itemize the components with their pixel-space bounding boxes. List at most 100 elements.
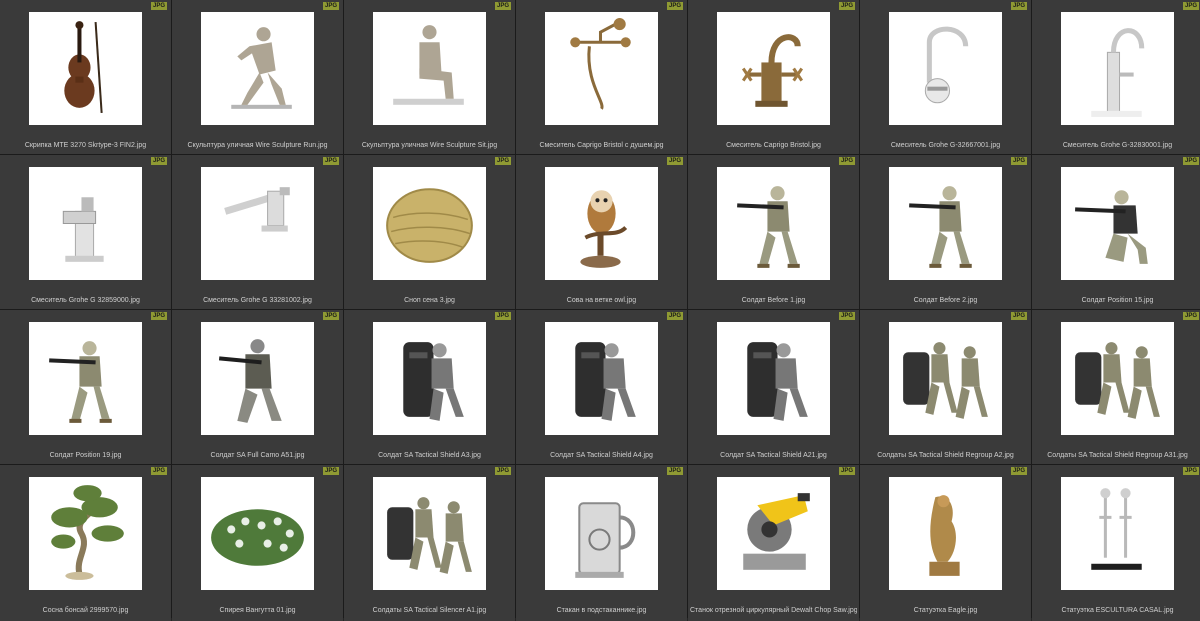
thumbnail-tile[interactable]: JPG Спирея Вангутта 01.jpg (172, 465, 343, 621)
thumbnail-image[interactable] (1061, 322, 1174, 435)
thumbnail-image[interactable] (1061, 12, 1174, 125)
thumbnail-image[interactable] (373, 477, 486, 590)
file-type-badge: JPG (322, 312, 339, 320)
thumbnail-image[interactable] (545, 167, 658, 280)
thumbnail-image[interactable] (373, 12, 486, 125)
thumbnail-tile[interactable]: JPG Статуэтка Eagle.jpg (860, 465, 1031, 621)
thumbnail-tile[interactable]: JPG Солдат SA Tactical Shield A21.jpg (688, 310, 859, 464)
thumbnail-image[interactable] (201, 322, 314, 435)
eagle-statue-icon (929, 495, 960, 576)
thumbnail-tile[interactable]: JPG Скрипка MTE 3270 Skrtype-3 FIN2.jpg (0, 0, 171, 154)
file-type-badge: JPG (1182, 312, 1199, 320)
thumbnail-tile[interactable]: JPG Солдат Position 15.jpg (1032, 155, 1200, 309)
thumbnail-tile[interactable]: JPG Солдат SA Full Camo A51.jpg (172, 310, 343, 464)
violin-icon (64, 21, 103, 113)
file-name-label[interactable]: Солдаты SA Tactical Silencer A1.jpg (346, 606, 513, 615)
shrub-icon (211, 509, 304, 566)
file-name-label[interactable]: Сова на ветке owl.jpg (518, 296, 685, 305)
file-name-label[interactable]: Солдат Before 1.jpg (690, 296, 857, 305)
thumbnail-image[interactable] (201, 12, 314, 125)
thumbnail-tile[interactable]: JPG Стакан в подстаканнике.jpg (516, 465, 687, 621)
file-name-label[interactable]: Солдат Position 19.jpg (2, 451, 169, 460)
thumbnail-tile[interactable]: JPG Смеситель Caprigo Bristol.jpg (688, 0, 859, 154)
thumbnail-image[interactable] (889, 12, 1002, 125)
file-name-label[interactable]: Смеситель Grohe G 33281002.jpg (174, 296, 341, 305)
thumbnail-grid: JPG Скрипка MTE 3270 Skrtype-3 FIN2.jpg J… (0, 0, 1200, 621)
file-name-label[interactable]: Станок отрезной циркулярный Dewalt Chop … (690, 606, 857, 615)
file-name-label[interactable]: Солдат Before 2.jpg (862, 296, 1029, 305)
thumbnail-tile[interactable]: JPG Смеситель Grohe G 33281002.jpg (172, 155, 343, 309)
thumbnail-image[interactable] (373, 322, 486, 435)
file-name-label[interactable]: Скульптура уличная Wire Sculpture Run.jp… (174, 141, 341, 150)
thumbnail-image[interactable] (717, 12, 830, 125)
thumbnail-image[interactable] (889, 167, 1002, 280)
file-type-badge: JPG (666, 467, 683, 475)
thumbnail-tile[interactable]: JPG Смеситель Caprigo Bristol с душем.jpg (516, 0, 687, 154)
file-name-label[interactable]: Солдаты SA Tactical Shield Regroup A31.j… (1034, 451, 1200, 460)
thumbnail-image[interactable] (29, 12, 142, 125)
file-name-label[interactable]: Солдат SA Tactical Shield A4.jpg (518, 451, 685, 460)
thumbnail-tile[interactable]: JPG Скульптура уличная Wire Sculpture Run… (172, 0, 343, 154)
thumbnail-tile[interactable]: JPG Солдат Before 1.jpg (688, 155, 859, 309)
thumbnail-image[interactable] (373, 167, 486, 280)
file-name-label[interactable]: Статуэтка ESCULTURA CASAL.jpg (1034, 606, 1200, 615)
basin-faucet-icon (1091, 28, 1145, 117)
soldiers-group-icon (1075, 342, 1160, 419)
file-name-label[interactable]: Смеситель Caprigo Bristol с душем.jpg (518, 141, 685, 150)
thumbnail-tile[interactable]: JPG Солдаты SA Tactical Shield Regroup A3… (1032, 310, 1200, 464)
thumbnail-tile[interactable]: JPG Смеситель Grohe G-32830001.jpg (1032, 0, 1200, 154)
file-name-label[interactable]: Скрипка MTE 3270 Skrtype-3 FIN2.jpg (2, 141, 169, 150)
file-name-label[interactable]: Сосна бонсай 2999570.jpg (2, 606, 169, 615)
thumbnail-tile[interactable]: JPG Сова на ветке owl.jpg (516, 155, 687, 309)
thumbnail-tile[interactable]: JPG Солдаты SA Tactical Shield Regroup A2… (860, 310, 1031, 464)
thumbnail-image[interactable] (201, 477, 314, 590)
file-type-badge: JPG (322, 157, 339, 165)
thumbnail-image[interactable] (1061, 477, 1174, 590)
thumbnail-image[interactable] (545, 12, 658, 125)
file-name-label[interactable]: Смеситель Caprigo Bristol.jpg (690, 141, 857, 150)
thumbnail-image[interactable] (717, 477, 830, 590)
file-name-label[interactable]: Смеситель Grohe G-32667001.jpg (862, 141, 1029, 150)
soldier-aiming-icon (909, 186, 972, 268)
thumbnail-tile[interactable]: JPG Смеситель Grohe G 32859000.jpg (0, 155, 171, 309)
file-type-badge: JPG (1010, 467, 1027, 475)
file-name-label[interactable]: Сноп сена 3.jpg (346, 296, 513, 305)
file-name-label[interactable]: Статуэтка Eagle.jpg (862, 606, 1029, 615)
file-name-label[interactable]: Стакан в подстаканнике.jpg (518, 606, 685, 615)
file-type-badge: JPG (150, 312, 167, 320)
thumbnail-image[interactable] (29, 167, 142, 280)
file-name-label[interactable]: Смеситель Grohe G-32830001.jpg (1034, 141, 1200, 150)
thumbnail-tile[interactable]: JPG Станок отрезной циркулярный Dewalt Ch… (688, 465, 859, 621)
thumbnail-image[interactable] (29, 322, 142, 435)
thumbnail-tile[interactable]: JPG Смеситель Grohe G-32667001.jpg (860, 0, 1031, 154)
thumbnail-image[interactable] (717, 167, 830, 280)
file-name-label[interactable]: Смеситель Grohe G 32859000.jpg (2, 296, 169, 305)
thumbnail-image[interactable] (545, 477, 658, 590)
thumbnail-tile[interactable]: JPG Сноп сена 3.jpg (344, 155, 515, 309)
thumbnail-image[interactable] (717, 322, 830, 435)
thumbnail-tile[interactable]: JPG Скульптура уличная Wire Sculpture Sit… (344, 0, 515, 154)
thumbnail-tile[interactable]: JPG Солдат Before 2.jpg (860, 155, 1031, 309)
thumbnail-image[interactable] (889, 477, 1002, 590)
thumbnail-tile[interactable]: JPG Солдат Position 19.jpg (0, 310, 171, 464)
file-name-label[interactable]: Спирея Вангутта 01.jpg (174, 606, 341, 615)
thumbnail-image[interactable] (545, 322, 658, 435)
file-name-label[interactable]: Солдат SA Tactical Shield A3.jpg (346, 451, 513, 460)
thumbnail-image[interactable] (29, 477, 142, 590)
file-type-badge: JPG (150, 2, 167, 10)
thumbnail-tile[interactable]: JPG Статуэтка ESCULTURA CASAL.jpg (1032, 465, 1200, 621)
file-name-label[interactable]: Солдат Position 15.jpg (1034, 296, 1200, 305)
thumbnail-tile[interactable]: JPG Солдаты SA Tactical Silencer A1.jpg (344, 465, 515, 621)
thumbnail-tile[interactable]: JPG Сосна бонсай 2999570.jpg (0, 465, 171, 621)
file-type-badge: JPG (838, 312, 855, 320)
file-name-label[interactable]: Солдат SA Tactical Shield A21.jpg (690, 451, 857, 460)
thumbnail-image[interactable] (889, 322, 1002, 435)
thumbnail-tile[interactable]: JPG Солдат SA Tactical Shield A3.jpg (344, 310, 515, 464)
thumbnail-tile[interactable]: JPG Солдат SA Tactical Shield A4.jpg (516, 310, 687, 464)
thumbnail-image[interactable] (1061, 167, 1174, 280)
file-name-label[interactable]: Солдат SA Full Camo A51.jpg (174, 451, 341, 460)
file-name-label[interactable]: Солдаты SA Tactical Shield Regroup A2.jp… (862, 451, 1029, 460)
file-name-label[interactable]: Скульптура уличная Wire Sculpture Sit.jp… (346, 141, 513, 150)
wire-runner-sculpture-icon (231, 27, 292, 109)
thumbnail-image[interactable] (201, 167, 314, 280)
